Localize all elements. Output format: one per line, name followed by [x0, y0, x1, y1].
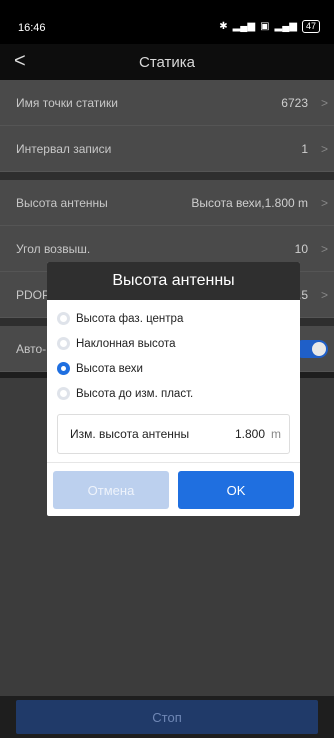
- title-bar: < Статика: [0, 44, 334, 80]
- ok-button[interactable]: OK: [178, 471, 294, 509]
- row-label: Высота антенны: [16, 195, 108, 210]
- section-divider: [0, 172, 334, 180]
- row-value: 1: [301, 141, 308, 156]
- radio-unselected-icon[interactable]: [57, 312, 70, 325]
- stop-button[interactable]: Стоп: [16, 700, 318, 734]
- chevron-right-icon: >: [320, 95, 328, 110]
- option-measure-plate[interactable]: Высота до изм. пласт.: [57, 381, 290, 406]
- option-phase-center[interactable]: Высота фаз. центра: [57, 306, 290, 331]
- dialog-buttons: Отмена OK: [47, 463, 300, 509]
- row-antenna-height[interactable]: Высота антенны Высота вехи,1.800 m >: [0, 180, 334, 226]
- measured-height-field: Изм. высота антенны m: [57, 414, 290, 454]
- status-bar: 16:46 ✱ ▂▄▆ ▣ ▂▄▆ 47: [0, 0, 334, 44]
- chevron-right-icon: >: [320, 287, 328, 302]
- antenna-height-dialog: Высота антенны Высота фаз. центра Наклон…: [47, 262, 300, 516]
- radio-selected-icon[interactable]: [57, 362, 70, 375]
- row-value: Высота вехи,1.800 m: [191, 195, 308, 210]
- chevron-right-icon: >: [320, 241, 328, 256]
- row-record-interval[interactable]: Интервал записи 1 >: [0, 126, 334, 172]
- status-time: 16:46: [18, 22, 46, 34]
- wifi-icon: ▣: [260, 21, 270, 32]
- row-value: 6723: [281, 95, 308, 110]
- option-label: Высота фаз. центра: [76, 312, 184, 325]
- page-title: Статика: [138, 54, 196, 71]
- unit-label: m: [271, 427, 281, 441]
- row-value: 10: [294, 241, 308, 256]
- dialog-title: Высота антенны: [47, 262, 300, 300]
- chevron-right-icon: >: [320, 141, 328, 156]
- field-label: Изм. высота антенны: [70, 427, 190, 441]
- row-label: Угол возвыш.: [16, 241, 91, 256]
- battery-icon: 47: [301, 20, 320, 33]
- status-icons: ✱ ▂▄▆ ▣ ▂▄▆ 47: [219, 20, 320, 33]
- option-pole-height[interactable]: Высота вехи: [57, 356, 290, 381]
- signal-2-icon: ▂▄▆: [274, 21, 297, 32]
- radio-unselected-icon[interactable]: [57, 337, 70, 350]
- option-label: Высота до изм. пласт.: [76, 387, 194, 400]
- row-label: Имя точки статики: [16, 95, 118, 110]
- height-type-options: Высота фаз. центра Наклонная высота Высо…: [47, 300, 300, 406]
- chevron-right-icon: >: [320, 195, 328, 210]
- option-label: Высота вехи: [76, 362, 143, 375]
- option-slant-height[interactable]: Наклонная высота: [57, 331, 290, 356]
- measured-height-input[interactable]: [215, 427, 265, 441]
- option-label: Наклонная высота: [76, 337, 176, 350]
- row-label: Интервал записи: [16, 141, 112, 156]
- cancel-button[interactable]: Отмена: [53, 471, 169, 509]
- bluetooth-icon: ✱: [219, 21, 228, 32]
- row-point-name[interactable]: Имя точки статики 6723 >: [0, 80, 334, 126]
- signal-icon: ▂▄▆: [232, 21, 256, 32]
- radio-unselected-icon[interactable]: [57, 387, 70, 400]
